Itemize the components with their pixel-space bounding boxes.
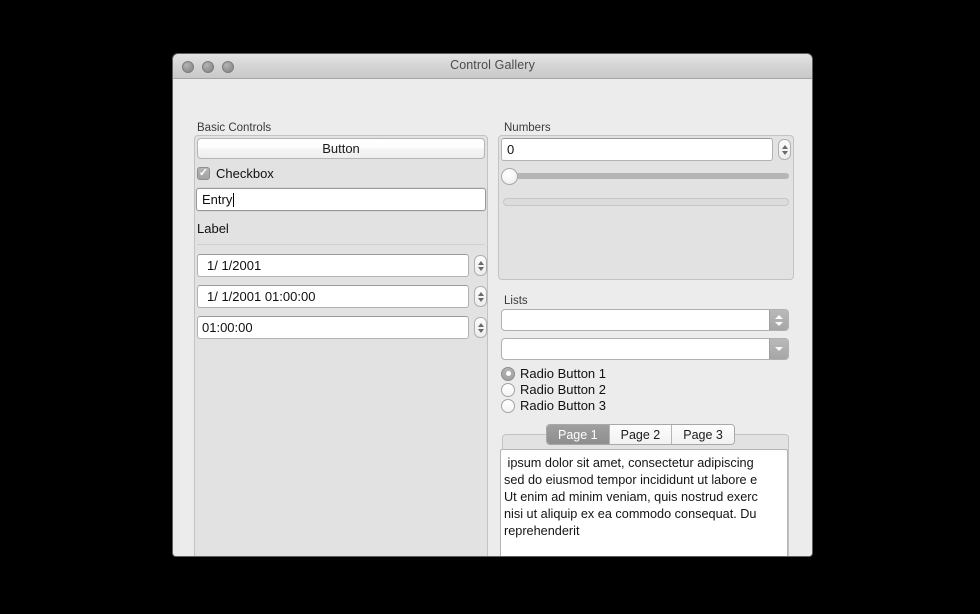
checkbox-label: Checkbox (216, 166, 274, 181)
slider-knob[interactable] (501, 168, 518, 185)
chevron-down-icon (775, 347, 783, 351)
slider-track[interactable] (504, 173, 789, 179)
text-area-line: reprehenderit (504, 524, 580, 538)
button[interactable]: Button (197, 138, 485, 159)
combo-box-arrow[interactable] (769, 339, 788, 359)
text-area[interactable]: ipsum dolor sit amet, consectetur adipis… (500, 449, 788, 556)
checkbox[interactable]: ✓ Checkbox (197, 166, 274, 181)
radio-dot-icon (505, 371, 511, 376)
radio-indicator[interactable] (501, 382, 515, 397)
date-picker-field[interactable]: 1/ 1/2001 (197, 254, 469, 277)
text-cursor (233, 192, 235, 207)
chevron-down-icon (781, 150, 788, 155)
date-picker-stepper[interactable] (474, 255, 487, 276)
datetime-picker-stepper[interactable] (474, 286, 487, 307)
chevron-up-icon (781, 144, 788, 149)
radio-button-1-label: Radio Button 1 (520, 366, 607, 381)
popup-button-arrows[interactable] (769, 310, 788, 330)
tab-page-1[interactable]: Page 1 (547, 425, 610, 444)
separator (197, 244, 485, 245)
numbers-group-label: Numbers (504, 122, 551, 134)
radio-button-2[interactable]: Radio Button 2 (501, 382, 606, 397)
radio-button-3-label: Radio Button 3 (520, 398, 607, 413)
combo-box[interactable] (501, 338, 789, 360)
progress-bar (503, 198, 789, 206)
text-entry[interactable]: Entry (196, 188, 486, 211)
radio-indicator[interactable] (501, 398, 515, 413)
checkbox-box[interactable]: ✓ (197, 167, 210, 180)
tab-page-2[interactable]: Page 2 (609, 425, 673, 444)
lists-group-label: Lists (504, 295, 528, 307)
window-titlebar[interactable]: Control Gallery (173, 54, 812, 79)
chevron-down-icon (477, 328, 484, 333)
chevron-down-icon (775, 321, 783, 326)
window-title: Control Gallery (450, 58, 535, 72)
text-area-line: nisi ut aliquip ex ea commodo consequat.… (504, 507, 757, 521)
time-picker-field[interactable]: 01:00:00 (197, 316, 469, 339)
chevron-up-icon (477, 260, 484, 265)
popup-button[interactable] (501, 309, 789, 331)
checkmark-icon: ✓ (198, 167, 209, 179)
chevron-down-icon (477, 297, 484, 302)
application-window: Control Gallery Basic Controls Button ✓ … (172, 53, 813, 557)
basic-controls-group-label: Basic Controls (197, 122, 272, 134)
text-area-line: Ut enim ad minim veniam, quis nostrud ex… (504, 490, 758, 504)
radio-button-1[interactable]: Radio Button 1 (501, 366, 606, 381)
window-content: Basic Controls Button ✓ Checkbox Entry L… (173, 79, 812, 556)
chevron-up-icon (775, 314, 783, 319)
radio-indicator[interactable] (501, 366, 515, 381)
radio-button-2-label: Radio Button 2 (520, 382, 607, 397)
text-area-line: sed do eiusmod tempor incididunt ut labo… (504, 473, 758, 487)
datetime-picker-field[interactable]: 1/ 1/2001 01:00:00 (197, 285, 469, 308)
radio-button-3[interactable]: Radio Button 3 (501, 398, 606, 413)
number-spinbox-stepper[interactable] (778, 139, 791, 160)
text-area-line: ipsum dolor sit amet, consectetur adipis… (504, 456, 754, 470)
chevron-up-icon (477, 291, 484, 296)
tab-strip[interactable]: Page 1 Page 2 Page 3 (546, 424, 735, 445)
desktop-background: Control Gallery Basic Controls Button ✓ … (0, 0, 980, 614)
chevron-down-icon (477, 266, 484, 271)
static-label: Label (197, 221, 229, 236)
chevron-up-icon (477, 322, 484, 327)
text-entry-value: Entry (202, 192, 233, 207)
number-spinbox-field[interactable]: 0 (501, 138, 773, 161)
time-picker-stepper[interactable] (474, 317, 487, 338)
tab-page-3[interactable]: Page 3 (672, 425, 734, 444)
